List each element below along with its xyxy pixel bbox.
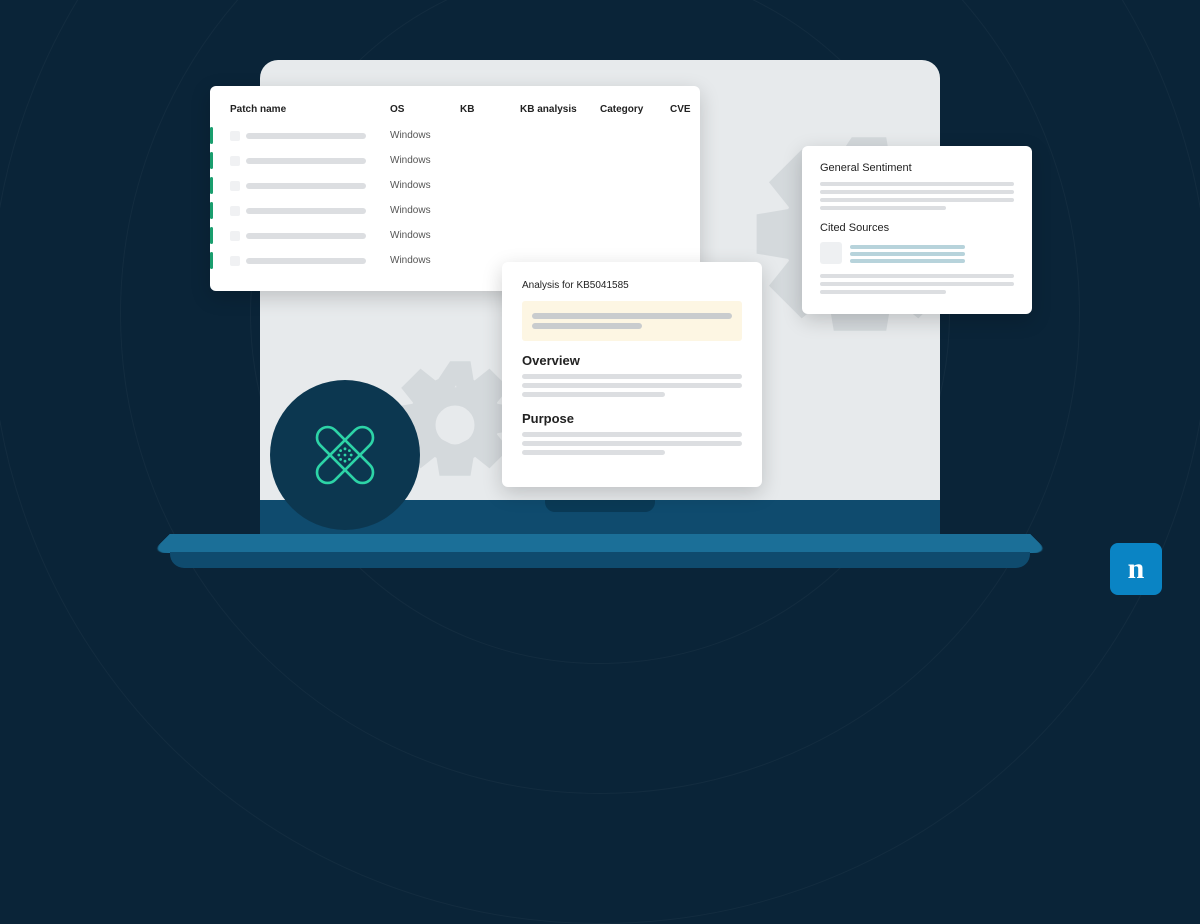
col-category: Category — [600, 104, 670, 115]
table-row: Windows — [230, 148, 680, 173]
laptop-base-front — [170, 552, 1030, 568]
cell-os: Windows — [390, 205, 460, 216]
cited-sources-heading: Cited Sources — [820, 222, 1014, 234]
analysis-highlight — [522, 301, 742, 341]
sentiment-text — [820, 182, 1014, 210]
analysis-title: Analysis for KB5041585 — [522, 280, 742, 291]
table-row: Windows — [230, 223, 680, 248]
overview-heading: Overview — [522, 353, 742, 368]
sentiment-card: General Sentiment Cited Sources — [802, 146, 1032, 314]
table-header: Patch name OS KB KB analysis Category CV… — [230, 104, 680, 123]
bandage-icon — [301, 411, 389, 499]
cited-source-item — [820, 242, 1014, 266]
cell-os: Windows — [390, 255, 460, 266]
logo-letter: n — [1128, 552, 1145, 586]
purpose-heading: Purpose — [522, 411, 742, 426]
col-os: OS — [390, 104, 460, 115]
cell-os: Windows — [390, 155, 460, 166]
analysis-card: Analysis for KB5041585 Overview Purpose — [502, 262, 762, 487]
patch-table-card: Patch name OS KB KB analysis Category CV… — [210, 86, 700, 291]
col-kb-analysis: KB analysis — [520, 104, 600, 115]
cell-os: Windows — [390, 130, 460, 141]
cell-os: Windows — [390, 230, 460, 241]
table-row: Windows — [230, 198, 680, 223]
overview-text — [522, 374, 742, 397]
cell-os: Windows — [390, 180, 460, 191]
brand-logo: n — [1110, 543, 1162, 595]
purpose-text — [522, 432, 742, 455]
general-sentiment-heading: General Sentiment — [820, 162, 1014, 174]
laptop-base — [150, 534, 1049, 553]
cited-text — [820, 274, 1014, 294]
col-patch-name: Patch name — [230, 104, 390, 115]
patch-badge — [270, 380, 420, 530]
table-row: Windows — [230, 173, 680, 198]
table-row: Windows — [230, 123, 680, 148]
col-kb: KB — [460, 104, 520, 115]
col-cve: CVE — [670, 104, 720, 115]
